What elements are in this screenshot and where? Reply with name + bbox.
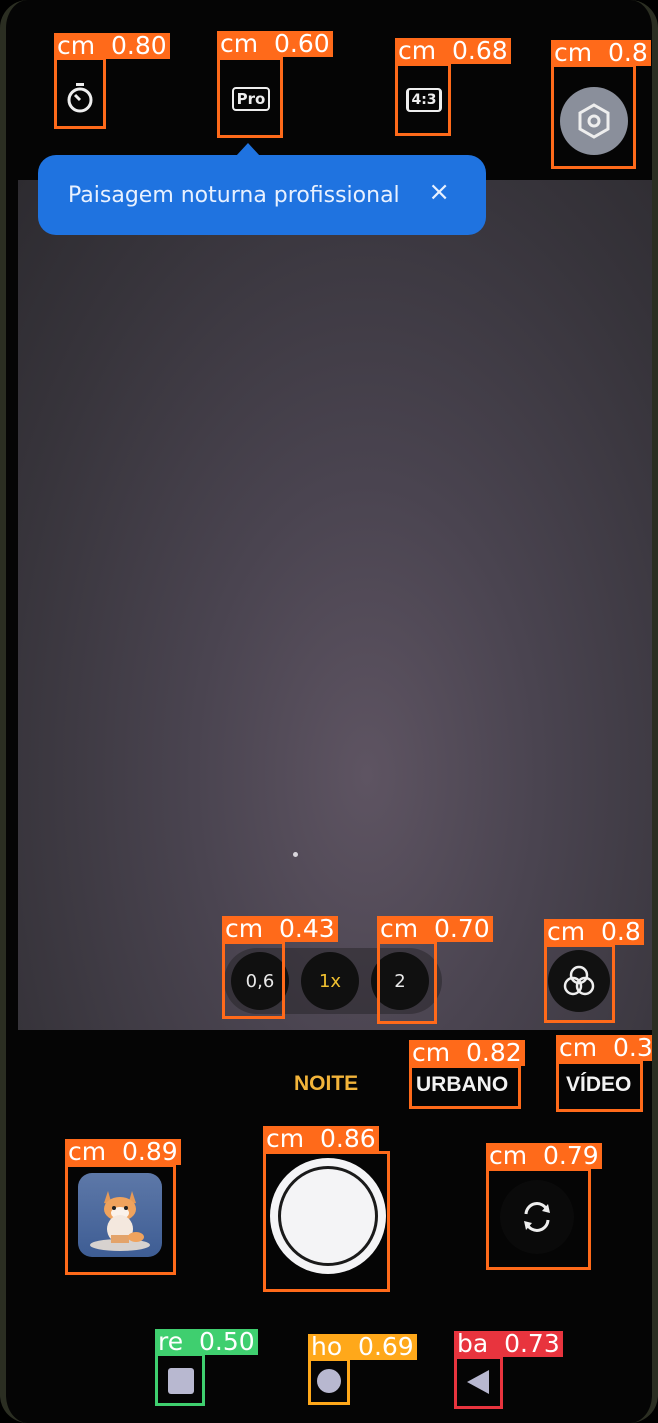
detection-label-zoom-tele: cm 0.70 bbox=[377, 916, 493, 942]
detection-label-pro: cm 0.60 bbox=[217, 31, 333, 57]
detection-label-home: ho 0.69 bbox=[308, 1334, 417, 1360]
mode-night-label: NOITE bbox=[294, 1072, 359, 1095]
detection-box-shutter bbox=[263, 1151, 390, 1292]
detection-label-filter: cm 0.8 bbox=[544, 919, 644, 945]
detection-box-home bbox=[308, 1358, 350, 1405]
camera-viewfinder[interactable] bbox=[18, 180, 652, 1030]
detection-box-timer bbox=[54, 57, 106, 129]
tooltip-close-button[interactable]: × bbox=[428, 177, 450, 207]
focus-point bbox=[293, 852, 298, 857]
zoom-1x-label: 1x bbox=[318, 970, 342, 992]
night-mode-tooltip: Paisagem noturna profissional × bbox=[38, 155, 486, 235]
tooltip-text: Paisagem noturna profissional bbox=[68, 182, 400, 208]
detection-box-video bbox=[556, 1061, 643, 1112]
detection-label-video: cm 0.3 bbox=[556, 1035, 652, 1061]
zoom-1x-button[interactable]: 1x bbox=[301, 952, 359, 1010]
detection-box-filter bbox=[544, 944, 615, 1023]
detection-label-switch: cm 0.79 bbox=[486, 1143, 602, 1169]
detection-label-recent: re 0.50 bbox=[155, 1329, 258, 1355]
detection-label-shutter: cm 0.86 bbox=[263, 1126, 379, 1152]
detection-box-zoom-wide bbox=[222, 941, 285, 1019]
detection-label-back: ba 0.73 bbox=[454, 1331, 563, 1357]
detection-box-switch bbox=[486, 1168, 591, 1270]
detection-label-gallery: cm 0.89 bbox=[65, 1139, 181, 1165]
detection-box-pro bbox=[217, 57, 283, 138]
detection-box-settings bbox=[551, 64, 636, 169]
detection-box-zoom-tele bbox=[377, 941, 437, 1024]
detection-label-urban: cm 0.82 bbox=[409, 1040, 525, 1066]
detection-box-recent bbox=[155, 1353, 205, 1406]
phone-frame: Pro 4:3 Paisagem noturna profissional × … bbox=[0, 0, 658, 1423]
detection-label-timer: cm 0.80 bbox=[54, 33, 170, 59]
detection-label-settings: cm 0.8 bbox=[551, 40, 651, 66]
detection-label-zoom-wide: cm 0.43 bbox=[222, 916, 338, 942]
detection-box-ratio bbox=[395, 63, 451, 136]
detection-label-ratio: cm 0.68 bbox=[395, 38, 511, 64]
detection-box-back bbox=[454, 1356, 503, 1409]
detection-box-gallery bbox=[65, 1164, 176, 1275]
mode-night[interactable]: NOITE bbox=[294, 1072, 358, 1096]
detection-box-urban bbox=[409, 1065, 521, 1109]
